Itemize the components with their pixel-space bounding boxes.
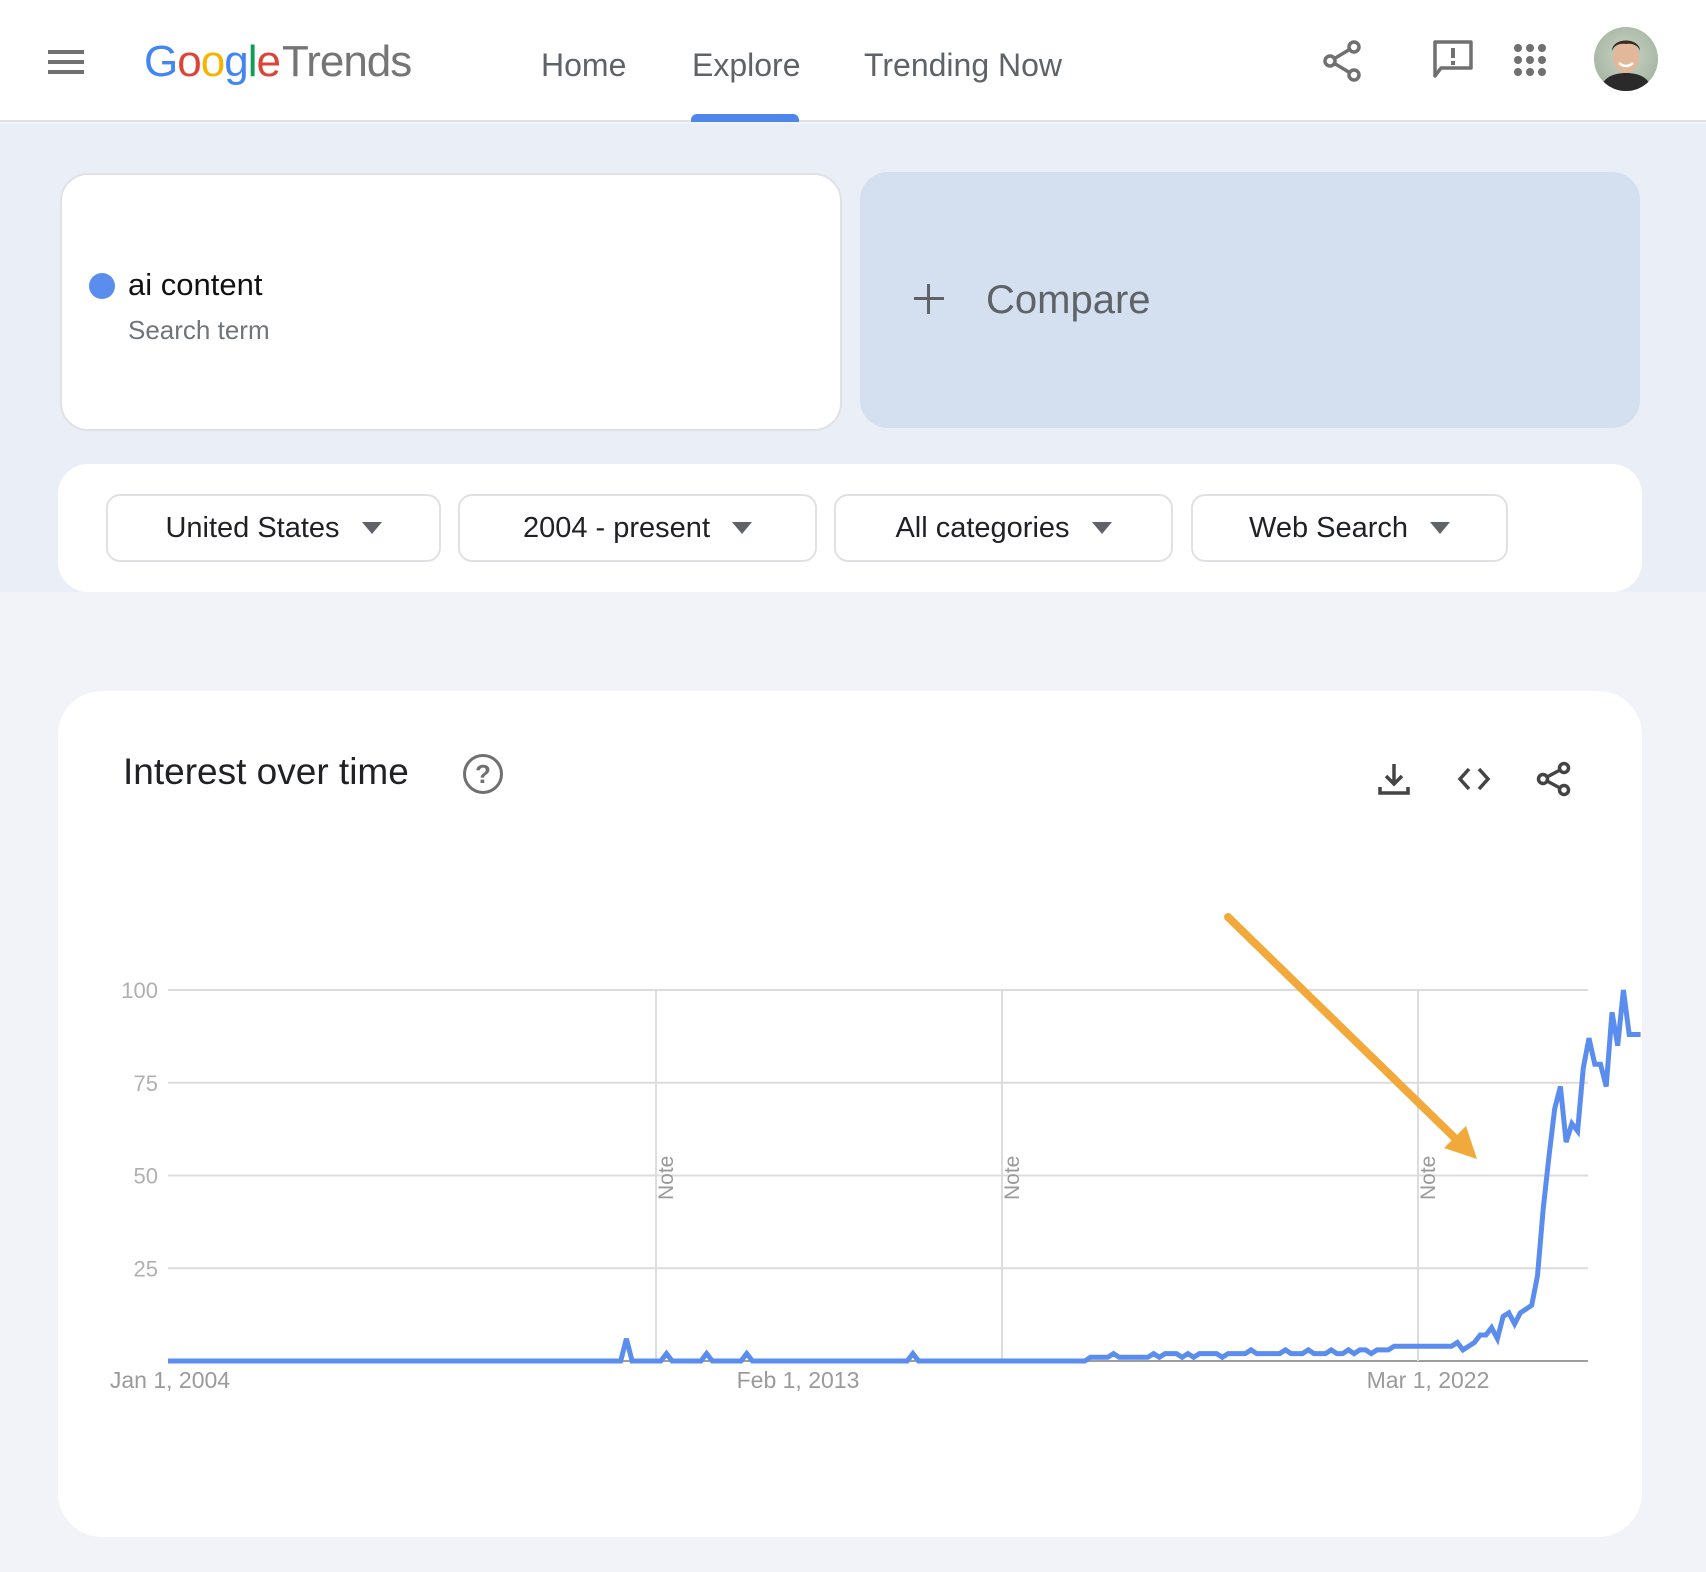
caret-down-icon (1091, 522, 1112, 534)
logo-letter: o (177, 37, 202, 86)
caret-down-icon (732, 522, 752, 534)
time-range-dropdown-value: 2004 - present (522, 511, 710, 544)
logo-product-name: Trends (281, 37, 412, 86)
series-color-dot (89, 273, 115, 299)
search-type-dropdown[interactable]: Web Search (1191, 494, 1508, 562)
active-tab-indicator (691, 114, 799, 122)
search-type-dropdown-value: Web Search (1248, 511, 1409, 544)
caret-down-icon (361, 522, 382, 534)
apps-icon[interactable] (1512, 42, 1548, 78)
top-app-bar: GoogleTrends Home Explore Trending Now (0, 0, 1706, 122)
interest-over-time-card: Interest over time ? (58, 691, 1642, 1537)
avatar-image (1600, 40, 1652, 91)
search-term-card[interactable]: ai content Search term (60, 173, 842, 431)
nav-tab-trending-now[interactable]: Trending Now (864, 40, 1062, 90)
caret-down-icon (1430, 522, 1451, 534)
nav-tab-explore[interactable]: Explore (692, 40, 801, 90)
search-term-label: Search term (128, 315, 270, 345)
logo-letter: G (144, 37, 178, 86)
filters-bar: United States 2004 - present All categor… (58, 464, 1642, 592)
embed-icon[interactable] (1456, 761, 1492, 797)
google-trends-logo[interactable]: GoogleTrends (144, 34, 412, 90)
region-dropdown[interactable]: United States (106, 494, 441, 562)
logo-letter: e (256, 37, 281, 86)
search-term-value[interactable]: ai content (128, 267, 262, 303)
category-dropdown[interactable]: All categories (834, 494, 1173, 562)
card-title: Interest over time (123, 751, 409, 792)
nav-tab-home[interactable]: Home (541, 40, 626, 90)
time-range-dropdown[interactable]: 2004 - present (458, 494, 817, 562)
logo-letter: o (200, 37, 226, 86)
help-icon[interactable]: ? (463, 754, 503, 794)
menu-icon[interactable] (46, 46, 86, 78)
feedback-icon[interactable] (1431, 38, 1475, 82)
compare-button[interactable]: Compare (860, 172, 1640, 428)
logo-letter: g (224, 37, 249, 86)
region-dropdown-value: United States (165, 511, 340, 544)
download-icon[interactable] (1376, 761, 1412, 797)
category-dropdown-value: All categories (895, 511, 1070, 544)
account-avatar[interactable] (1594, 27, 1658, 91)
share-icon[interactable] (1536, 761, 1572, 797)
compare-label: Compare (986, 278, 1151, 322)
plus-icon (912, 282, 946, 316)
share-icon[interactable] (1320, 38, 1366, 84)
